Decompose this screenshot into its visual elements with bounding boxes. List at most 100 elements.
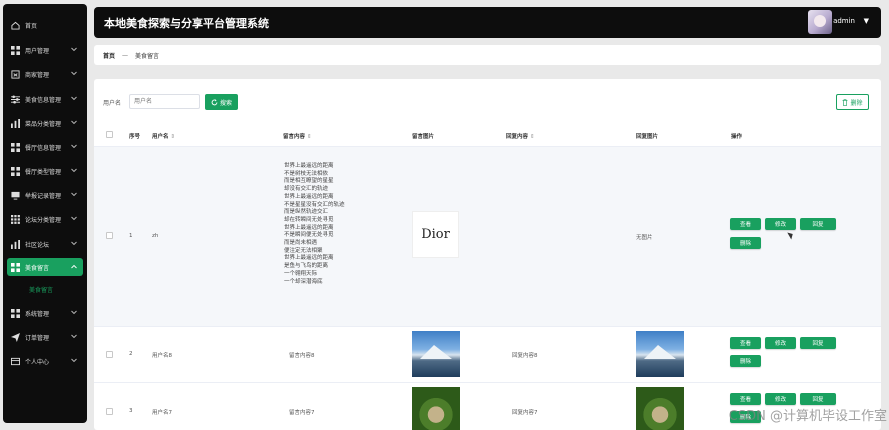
sort-icon: ⇕ <box>529 134 535 140</box>
avatar[interactable] <box>808 10 832 34</box>
edit-button[interactable]: 修改 <box>765 337 796 349</box>
sidebar-item-profile[interactable]: 个人中心 <box>7 352 83 370</box>
sidebar-item-label: 个人中心 <box>25 358 50 366</box>
cell-content: 留言内容8 <box>289 353 315 359</box>
chevron-down-icon <box>71 334 77 341</box>
app-title: 本地美食探索与分享平台管理系统 <box>104 17 269 30</box>
sidebar-item-dish-category[interactable]: 菜品分类管理 <box>7 114 83 132</box>
top-bar: 本地美食探索与分享平台管理系统 admin ▼ <box>94 7 881 38</box>
reply-button[interactable]: 回复 <box>800 337 836 349</box>
chevron-down-icon <box>71 71 77 78</box>
trash-icon <box>843 98 848 106</box>
search-input[interactable] <box>129 94 200 109</box>
sidebar-item-restaurant-info[interactable]: 餐厅信息管理 <box>7 138 83 156</box>
cell-content: 留言内容7 <box>289 410 315 416</box>
select-all-checkbox[interactable] <box>106 131 113 138</box>
sidebar-item-label: 餐厅信息管理 <box>25 144 62 152</box>
table-header: 序号 用户名 ⇕ 留言内容 ⇕ 留言图片 回复内容 ⇕ 回复图片 操作 <box>94 125 881 147</box>
header-content[interactable]: 留言内容 ⇕ <box>283 132 312 140</box>
edit-button[interactable]: 修改 <box>765 393 796 405</box>
search-button-label: 搜索 <box>219 99 232 107</box>
row-checkbox[interactable] <box>106 351 113 358</box>
cell-content: 世界上最遥远的距离 不是树枝无法相依 而是相互瞭望的星星 却没有交汇的轨迹 世界… <box>284 163 345 285</box>
sidebar-item-food-info[interactable]: 美食信息管理 <box>7 90 83 108</box>
reply-image[interactable] <box>636 331 684 377</box>
sidebar-item-forum[interactable]: 社区论坛 <box>7 235 83 253</box>
sidebar-subitem-food-messages[interactable]: 美食留言 <box>29 285 53 294</box>
chevron-down-icon <box>71 96 77 103</box>
batch-delete-button[interactable]: 删除 <box>836 94 869 110</box>
sliders-icon <box>11 94 20 104</box>
chevron-down-icon <box>71 168 77 175</box>
reply-button[interactable]: 回复 <box>800 218 836 230</box>
table-row[interactable]: 2 用户名8 留言内容8 回复内容8 查看 修改 回复 删除 <box>94 327 881 383</box>
sort-icon: ⇕ <box>306 134 312 140</box>
chevron-down-icon <box>71 47 77 54</box>
grid-icon <box>11 142 20 152</box>
reply-image[interactable] <box>636 387 684 430</box>
sidebar-item-merchants[interactable]: 商家管理 <box>7 65 83 83</box>
cell-reply-image: 无图片 <box>636 235 653 241</box>
caret-down-icon[interactable]: ▼ <box>864 17 869 25</box>
edit-button[interactable]: 修改 <box>765 218 796 230</box>
cell-reply: 回复内容8 <box>512 353 538 359</box>
sidebar-item-label: 论坛分类管理 <box>25 216 62 224</box>
message-image[interactable]: Dior <box>412 211 459 258</box>
sidebar-item-home[interactable]: 首页 <box>7 16 83 34</box>
chevron-down-icon <box>71 241 77 248</box>
sidebar-item-orders[interactable]: 订单管理 <box>7 328 83 346</box>
breadcrumb-current: 美食留言 <box>135 52 160 60</box>
watermark: CSDN @计算机毕设工作室 <box>728 409 887 424</box>
view-button[interactable]: 查看 <box>730 218 761 230</box>
chevron-down-icon <box>71 144 77 151</box>
search-button[interactable]: 搜索 <box>205 94 238 110</box>
delete-button[interactable]: 删除 <box>730 237 761 249</box>
chevron-down-icon <box>71 120 77 127</box>
sidebar-item-label: 菜品分类管理 <box>25 120 62 128</box>
reply-button[interactable]: 回复 <box>800 393 836 405</box>
sidebar-item-system[interactable]: 系统管理 <box>7 304 83 322</box>
delete-button[interactable]: 删除 <box>730 355 761 367</box>
refresh-icon <box>211 98 218 105</box>
sidebar-item-users[interactable]: 用户管理 <box>7 41 83 59</box>
header-reply-image: 回复图片 <box>636 134 659 140</box>
breadcrumb-home[interactable]: 首页 <box>103 51 115 60</box>
sidebar-item-label: 举报记录管理 <box>25 192 62 200</box>
cell-index: 3 <box>129 408 133 414</box>
grid-icon <box>11 166 20 176</box>
breadcrumb: 首页 — 美食留言 <box>94 45 881 65</box>
message-image[interactable] <box>412 387 460 430</box>
table-row[interactable]: 1 zh 世界上最遥远的距离 不是树枝无法相依 而是相互瞭望的星星 却没有交汇的… <box>94 147 881 327</box>
batch-delete-label: 删除 <box>850 99 863 107</box>
grid-icon <box>11 45 20 55</box>
grid-icon <box>11 262 20 272</box>
sidebar-item-forum-category[interactable]: 论坛分类管理 <box>7 210 83 228</box>
monitor-icon <box>11 191 20 200</box>
row-checkbox[interactable] <box>106 408 113 415</box>
sidebar-item-label: 美食信息管理 <box>25 96 62 104</box>
store-icon <box>11 69 20 79</box>
cell-index: 2 <box>129 351 133 357</box>
user-name[interactable]: admin <box>833 17 855 25</box>
sidebar-item-label: 餐厅类型管理 <box>25 168 62 176</box>
row-checkbox[interactable] <box>106 232 113 239</box>
cell-username: 用户名8 <box>152 353 172 359</box>
sidebar-item-reports[interactable]: 举报记录管理 <box>7 186 83 204</box>
cell-username: zh <box>152 233 159 239</box>
grid-icon <box>11 308 20 318</box>
message-image[interactable] <box>412 331 460 377</box>
view-button[interactable]: 查看 <box>730 393 761 405</box>
cell-index: 1 <box>129 233 133 239</box>
chart-icon <box>11 239 20 249</box>
view-button[interactable]: 查看 <box>730 337 761 349</box>
sidebar-item-label: 美食留言 <box>25 264 50 272</box>
main-panel: 用户名 搜索 删除 序号 用户名 ⇕ 留言内容 ⇕ 留言图片 回复内容 ⇕ 回复… <box>94 79 881 430</box>
header-username[interactable]: 用户名 ⇕ <box>152 132 175 140</box>
sidebar-item-food-messages[interactable]: 美食留言 <box>7 258 83 276</box>
sidebar-item-label: 社区论坛 <box>25 241 50 249</box>
header-reply[interactable]: 回复内容 ⇕ <box>506 132 535 140</box>
header-image: 留言图片 <box>412 134 435 140</box>
sidebar-item-restaurant-type[interactable]: 餐厅类型管理 <box>7 162 83 180</box>
header-actions: 操作 <box>731 134 743 140</box>
chart-icon <box>11 118 20 128</box>
